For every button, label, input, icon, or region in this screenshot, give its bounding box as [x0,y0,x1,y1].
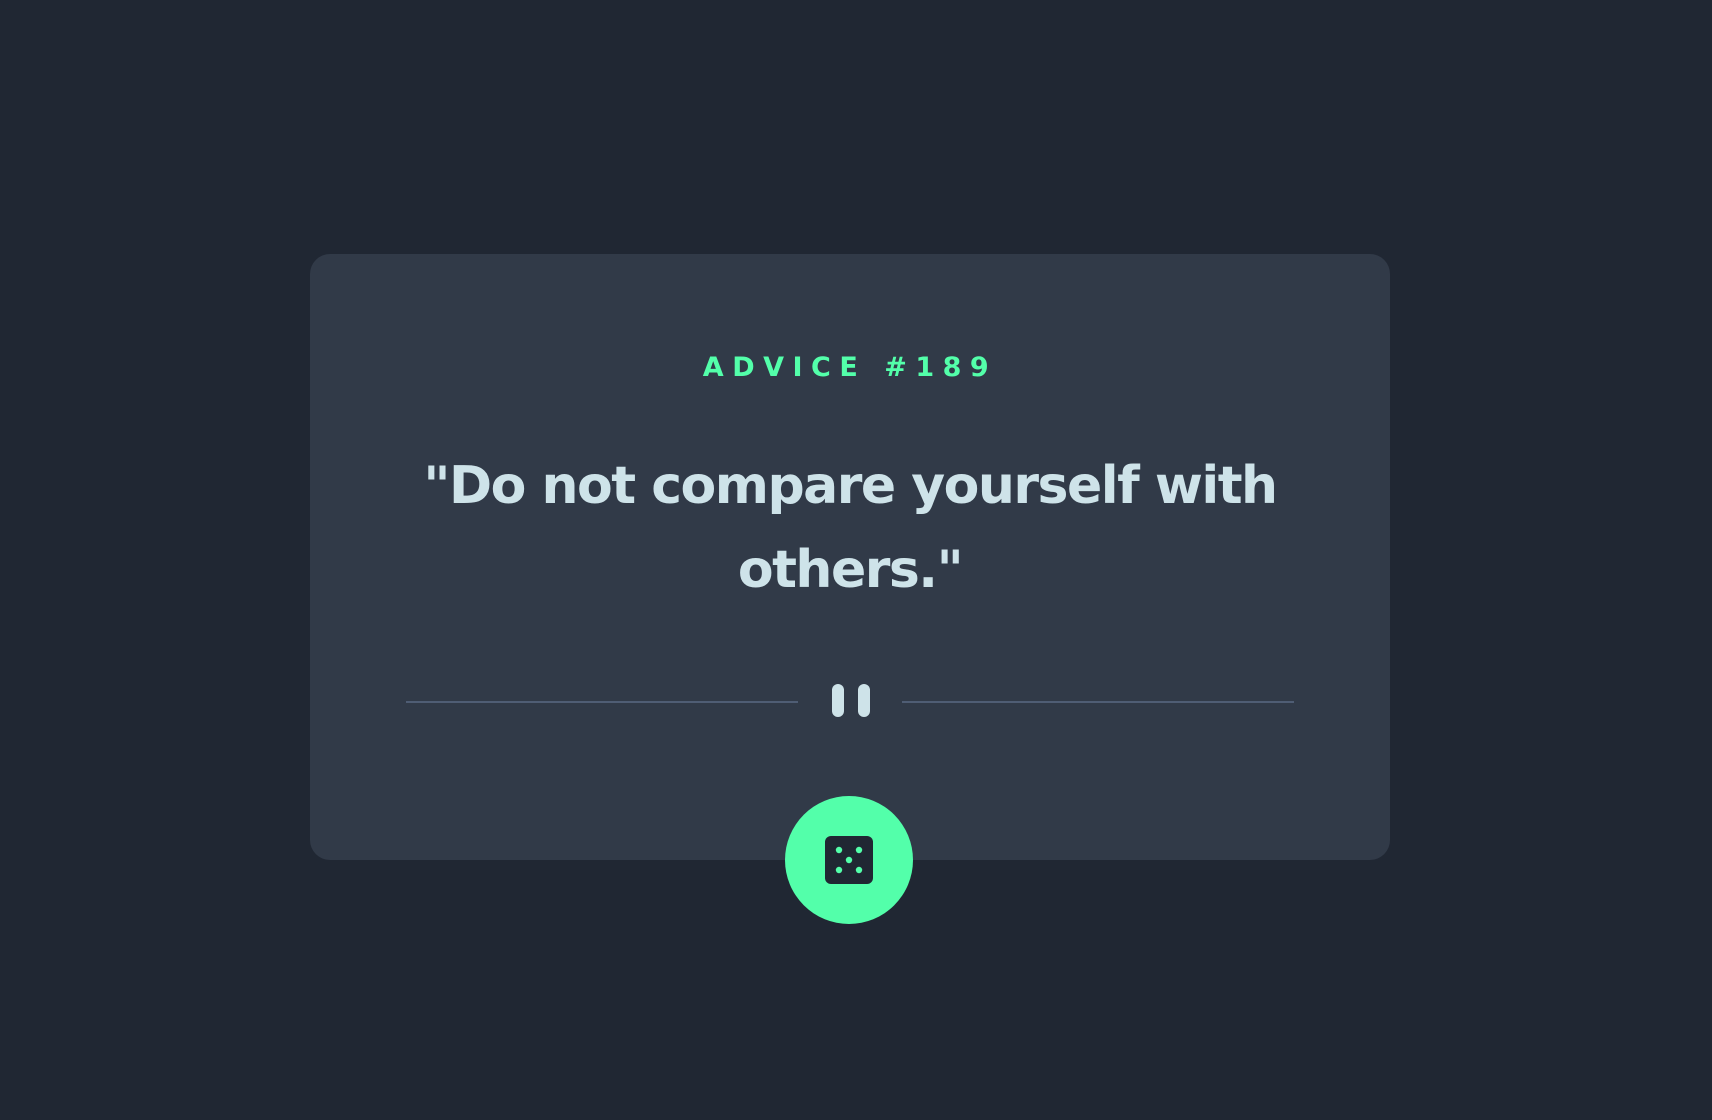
advice-id-label: ADVICE #189 [702,352,998,383]
advice-quote-text: "Do not compare yourself with others." [423,456,1278,600]
pause-bar-left [832,684,844,717]
page-background: ADVICE #189 "Do not compare yourself wit… [0,0,1712,1120]
divider-line-left [406,701,798,703]
pause-icon [830,684,872,720]
divider-line-right [902,701,1294,703]
generate-advice-button[interactable] [785,796,913,924]
pause-bar-right [858,684,870,717]
advice-card: ADVICE #189 "Do not compare yourself wit… [310,254,1390,860]
dice-icon [825,836,873,884]
pattern-divider [406,684,1294,720]
